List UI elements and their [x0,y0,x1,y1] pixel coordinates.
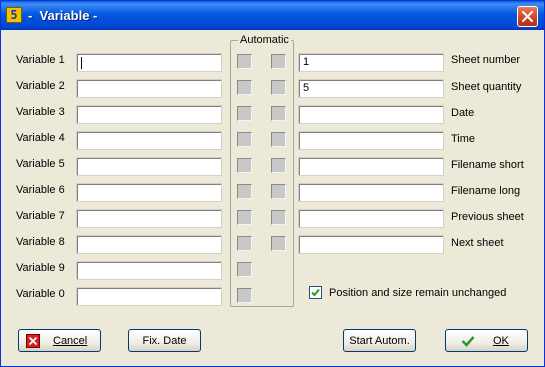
auto-toggle-variable-1[interactable] [237,54,252,69]
variable-6-label: Variable 6 [16,184,65,196]
cancel-icon [26,334,40,348]
next-sheet-label: Next sheet [451,237,504,249]
filename-long-field[interactable] [298,183,444,202]
variable-8-label: Variable 8 [16,236,65,248]
variable-8-field[interactable] [76,235,222,254]
ok-label: OK [493,335,509,347]
start-autom-button[interactable]: Start Autom. [343,329,416,352]
fix-date-label: Fix. Date [142,335,187,347]
checkmark-icon [461,336,475,347]
variable-4-field[interactable] [76,131,222,150]
app-icon: 5 [6,7,22,23]
title-bar[interactable]: 5 - Variable - [1,1,544,30]
variable-dialog: 5 - Variable - Variable 1 Variable 2 Var… [0,0,545,367]
date-label: Date [451,107,475,119]
sheet-number-label: Sheet number [451,54,521,66]
checkmark-icon [311,288,320,297]
variable-7-label: Variable 7 [16,210,65,222]
auto-toggle-filename-short[interactable] [271,158,286,173]
variable-2-field[interactable] [76,79,222,98]
variable-5-field[interactable] [76,157,222,176]
keep-position-checkbox[interactable] [309,286,322,299]
close-icon [522,11,533,22]
cancel-button[interactable]: Cancel [18,329,101,352]
variable-3-field[interactable] [76,105,222,124]
auto-toggle-variable-4[interactable] [237,132,252,147]
filename-long-label: Filename long [451,185,521,197]
previous-sheet-field[interactable] [298,209,444,228]
filename-short-field[interactable] [298,157,444,176]
variable-6-field[interactable] [76,183,222,202]
variable-3-label: Variable 3 [16,106,65,118]
auto-toggle-variable-9[interactable] [237,262,252,277]
auto-toggle-variable-8[interactable] [237,236,252,251]
auto-toggle-time[interactable] [271,132,286,147]
variable-9-field[interactable] [76,261,222,280]
previous-sheet-label: Previous sheet [451,211,524,223]
variable-2-label: Variable 2 [16,80,65,92]
auto-toggle-variable-3[interactable] [237,106,252,121]
time-field[interactable] [298,131,444,150]
sheet-quantity-label: Sheet quantity [451,81,522,93]
auto-toggle-sheet-quantity[interactable] [271,80,286,95]
start-autom-label: Start Autom. [349,335,410,347]
automatic-group-label: Automatic [238,34,291,46]
sheet-number-field[interactable]: 1 [298,53,444,72]
date-field[interactable] [298,105,444,124]
auto-toggle-variable-5[interactable] [237,158,252,173]
auto-toggle-next-sheet[interactable] [271,236,286,251]
auto-toggle-variable-2[interactable] [237,80,252,95]
keep-position-label[interactable]: Position and size remain unchanged [329,287,506,299]
auto-toggle-filename-long[interactable] [271,184,286,199]
time-label: Time [451,133,476,145]
variable-0-field[interactable] [76,287,222,306]
variable-7-field[interactable] [76,209,222,228]
text-cursor [81,57,82,69]
auto-toggle-variable-6[interactable] [237,184,252,199]
variable-4-label: Variable 4 [16,132,65,144]
variable-1-label: Variable 1 [16,54,65,66]
variable-9-label: Variable 9 [16,262,65,274]
auto-toggle-date[interactable] [271,106,286,121]
sheet-quantity-field[interactable]: 5 [298,79,444,98]
auto-toggle-variable-7[interactable] [237,210,252,225]
variable-0-label: Variable 0 [16,288,65,300]
cancel-label: Cancel [53,335,88,347]
variable-5-label: Variable 5 [16,158,65,170]
auto-toggle-sheet-number[interactable] [271,54,286,69]
close-button[interactable] [517,6,538,27]
auto-toggle-variable-0[interactable] [237,288,252,303]
next-sheet-field[interactable] [298,235,444,254]
auto-toggle-previous-sheet[interactable] [271,210,286,225]
variable-1-field[interactable] [76,53,222,72]
window-title: - Variable - [28,8,98,23]
fix-date-button[interactable]: Fix. Date [128,329,201,352]
filename-short-label: Filename short [451,159,524,171]
ok-button[interactable]: OK [445,329,528,352]
